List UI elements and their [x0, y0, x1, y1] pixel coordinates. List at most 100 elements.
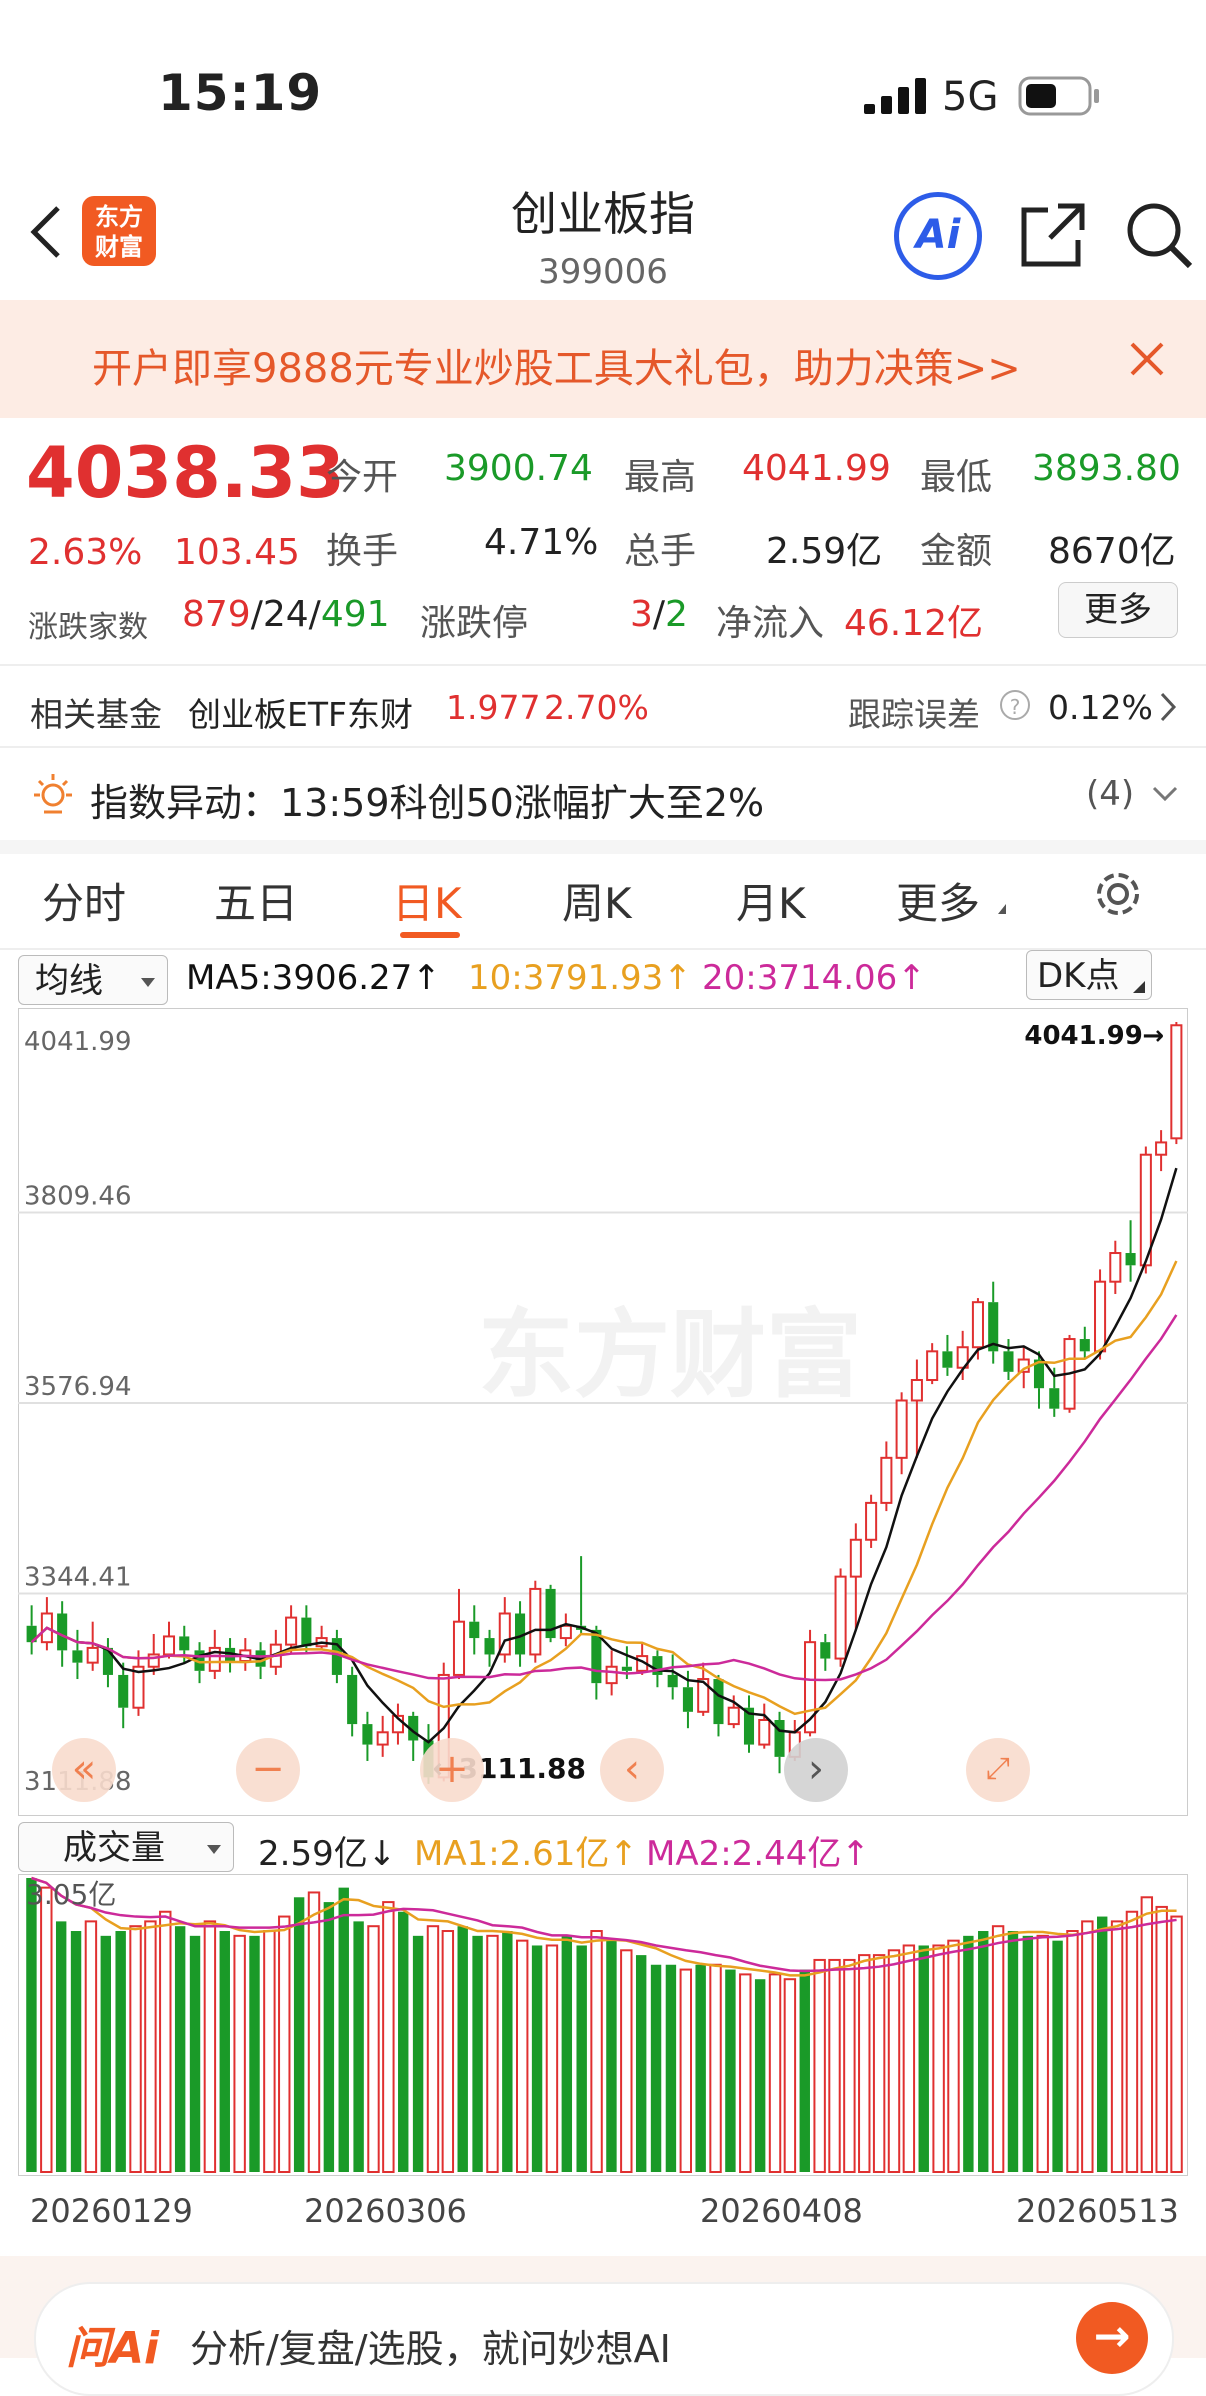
tab-monthly-k[interactable]: 月K — [736, 870, 806, 931]
share-icon[interactable] — [1018, 200, 1088, 274]
chevron-right-icon — [1158, 690, 1178, 728]
current-price: 4038.33 — [26, 432, 345, 514]
volume-bar — [799, 1969, 810, 2172]
tab-intraday[interactable]: 分时 — [42, 870, 126, 931]
fund-price: 1.977 — [446, 688, 541, 727]
fullscreen-button[interactable]: ⤢ — [966, 1738, 1030, 1802]
more-quote-button[interactable]: 更多 — [1058, 582, 1178, 638]
divider — [0, 840, 1206, 854]
volume-bar — [144, 1920, 157, 2174]
volume-bar — [1081, 1920, 1094, 2174]
max-price-label: 4041.99 — [1024, 1021, 1142, 1051]
volume-bar — [709, 1963, 722, 2173]
volume-bar — [635, 1955, 647, 2172]
volume-bar — [783, 1978, 797, 2173]
volume-bar — [665, 1964, 677, 2172]
ma-selector[interactable]: 均线 — [18, 955, 168, 1005]
related-fund-row[interactable]: 相关基金 创业板ETF东财 1.977 2.70% 跟踪误差 ? 0.12% — [0, 668, 1206, 746]
volume-bar — [100, 1935, 111, 2172]
ma10-value: 10:3791.93↑ — [468, 958, 692, 998]
search-icon[interactable] — [1124, 200, 1194, 274]
volume-bar — [1036, 1934, 1049, 2174]
volume-bar — [932, 1944, 945, 2174]
volume-bar — [813, 1958, 826, 2173]
volume-bar — [486, 1934, 499, 2174]
scroll-left-button[interactable]: ‹ — [600, 1738, 664, 1802]
volume-bar — [963, 1935, 974, 2172]
volume-label: 总手 — [624, 531, 697, 572]
netflow-value: 46.12亿 — [844, 603, 984, 644]
volume-bar — [843, 1958, 856, 2173]
volume-bar — [293, 1897, 305, 2172]
volume-bar — [695, 1964, 706, 2172]
volume-bar — [1155, 1905, 1168, 2174]
ma20-value: 20:3714.06↑ — [702, 958, 926, 998]
divider — [0, 664, 1206, 666]
volume-bar — [412, 1935, 424, 2172]
volume-chart[interactable]: 3.05亿 — [18, 1874, 1188, 2176]
netflow-label: 净流入 — [716, 603, 825, 644]
close-icon[interactable] — [1128, 340, 1166, 382]
ai-label: Ai — [915, 212, 961, 258]
ask-ai-logo: 问Ai — [66, 2323, 160, 2374]
scroll-left-fast-button[interactable]: « — [52, 1738, 116, 1802]
turnover-value: 4.71% — [484, 522, 599, 563]
zoom-out-button[interactable]: − — [236, 1738, 300, 1802]
volume-bar — [129, 1925, 142, 2174]
advdec-label: 涨跌家数 — [28, 610, 148, 645]
volume-bar — [991, 1925, 1005, 2174]
volume-value: 2.59亿↓ — [258, 1834, 397, 1874]
volume-bar — [1097, 1916, 1108, 2172]
candle — [834, 1568, 847, 1667]
tab-daily-k[interactable]: 日K — [392, 870, 462, 931]
index-alert-row[interactable]: 指数异动：13:59科创50涨幅扩大至2% (4) — [0, 750, 1206, 840]
volume-bar — [174, 1926, 186, 2172]
volume-bar — [1110, 1920, 1124, 2174]
fund-name: 创业板ETF东财 — [188, 695, 413, 734]
volume-bar — [1022, 1935, 1034, 2172]
turnover-label: 换手 — [326, 531, 399, 572]
advdec-value: 879/24/491 — [182, 594, 390, 635]
y-tick-label: 3344.41 — [24, 1562, 132, 1592]
dk-point-button[interactable]: DK点 — [1026, 950, 1152, 1000]
divider — [0, 948, 1206, 950]
help-icon[interactable]: ? — [1000, 690, 1030, 720]
candlestick-chart[interactable]: 东方财富 4041.993809.463576.943344.413111.88… — [18, 1008, 1188, 1816]
ai-assistant-button[interactable]: Ai — [894, 192, 982, 280]
fund-label: 相关基金 — [30, 695, 162, 734]
alert-count: (4) — [1086, 774, 1135, 814]
volume-bar — [1052, 1940, 1063, 2172]
volume-bar — [620, 1949, 633, 2174]
tab-five-day[interactable]: 五日 — [214, 870, 298, 931]
volume-bar — [84, 1920, 98, 2174]
send-arrow-icon[interactable]: → — [1076, 2302, 1148, 2374]
candle — [865, 1494, 878, 1548]
volume-bar — [219, 1931, 230, 2172]
tab-more[interactable]: 更多 — [896, 870, 980, 931]
zoom-in-button[interactable]: + — [420, 1738, 484, 1802]
high-label: 最高 — [624, 457, 697, 498]
ask-ai-bar[interactable]: 问Ai 分析/复盘/选股，就问妙想AI → — [34, 2282, 1174, 2396]
tab-weekly-k[interactable]: 周K — [562, 870, 632, 931]
corner-triangle-icon — [1133, 981, 1145, 993]
dropdown-triangle-icon — [998, 904, 1006, 914]
watermark-logo: 东方财富 — [478, 1299, 862, 1411]
volume-bar — [441, 1930, 455, 2174]
volume-bar — [367, 1925, 380, 2174]
volume-bar — [1170, 1915, 1183, 2174]
volume-bar — [40, 1886, 53, 2174]
fund-pct: 2.70% — [544, 688, 649, 727]
settings-icon[interactable] — [1090, 866, 1146, 926]
volume-bar — [278, 1915, 291, 2174]
low-value: 3893.80 — [1032, 448, 1181, 489]
volume-bar — [457, 1926, 468, 2172]
scroll-right-button[interactable]: › — [784, 1738, 848, 1802]
volume-bar — [725, 1969, 736, 2172]
promo-text: 开户即享9888元专业炒股工具大礼包，助力决策>> — [92, 346, 1021, 392]
volume-bar — [545, 1944, 559, 2174]
chevron-down-icon — [1150, 784, 1180, 808]
network-label: 5G — [942, 74, 999, 120]
volume-bar — [323, 1902, 335, 2172]
volume-selector[interactable]: 成交量 — [18, 1822, 234, 1872]
tab-active-indicator — [400, 932, 460, 938]
